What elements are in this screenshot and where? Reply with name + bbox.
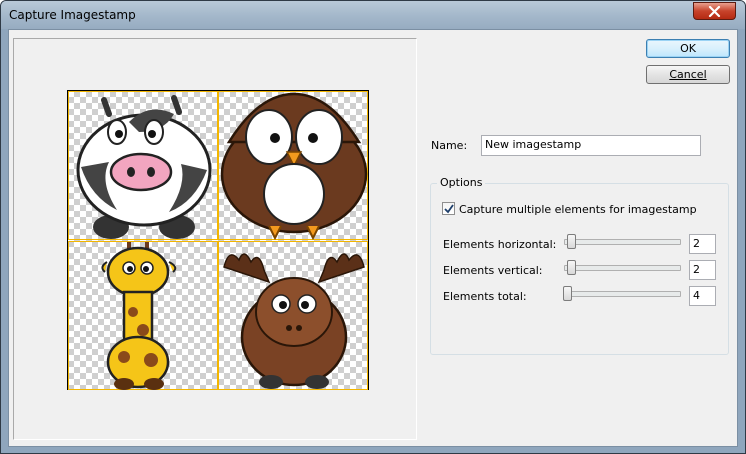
close-icon [708, 6, 721, 17]
preview-cell-cow [68, 91, 218, 240]
elements-total-slider-track[interactable] [564, 291, 681, 297]
capture-multiple-label[interactable]: Capture multiple elements for imagestamp [459, 203, 697, 216]
preview-cell-moose [218, 241, 368, 390]
imagestamp-preview [67, 90, 369, 390]
name-label: Name: [431, 139, 468, 152]
imagestamp-preview-panel [13, 38, 417, 440]
elements-total-input[interactable]: 4 [689, 286, 716, 306]
checkmark-icon [444, 204, 454, 214]
ok-button[interactable]: OK [646, 39, 730, 58]
elements-vertical-slider-track[interactable] [564, 265, 681, 271]
moose-image [223, 253, 365, 389]
cancel-button-label: Cancel [669, 68, 707, 81]
cow-image [76, 95, 212, 239]
dialog-client-area: OK Cancel Name: New imagestamp Options C… [8, 29, 738, 447]
elements-vertical-input[interactable]: 2 [689, 260, 716, 280]
elements-vertical-label: Elements vertical: [443, 264, 543, 277]
name-input[interactable]: New imagestamp [481, 135, 701, 156]
title-bar[interactable]: Capture Imagestamp [1, 1, 745, 29]
cancel-button[interactable]: Cancel [646, 65, 730, 84]
elements-vertical-slider-thumb[interactable] [567, 260, 576, 275]
elements-total-slider-thumb[interactable] [563, 286, 572, 301]
owl-image [220, 92, 368, 241]
elements-horizontal-slider-thumb[interactable] [567, 234, 576, 249]
giraffe-image [101, 242, 177, 390]
window-title: Capture Imagestamp [9, 8, 136, 22]
close-button[interactable] [693, 2, 736, 20]
options-group-title: Options [437, 176, 486, 189]
preview-cell-owl [218, 91, 368, 241]
dialog-window: Capture Imagestamp OK Cancel Name: New i… [0, 0, 746, 454]
elements-horizontal-slider-track[interactable] [564, 239, 681, 245]
elements-total-label: Elements total: [443, 290, 527, 303]
elements-horizontal-label: Elements horizontal: [443, 238, 557, 251]
elements-horizontal-input[interactable]: 2 [689, 234, 716, 254]
capture-multiple-checkbox[interactable] [442, 202, 455, 215]
preview-cell-giraffe [68, 241, 218, 390]
